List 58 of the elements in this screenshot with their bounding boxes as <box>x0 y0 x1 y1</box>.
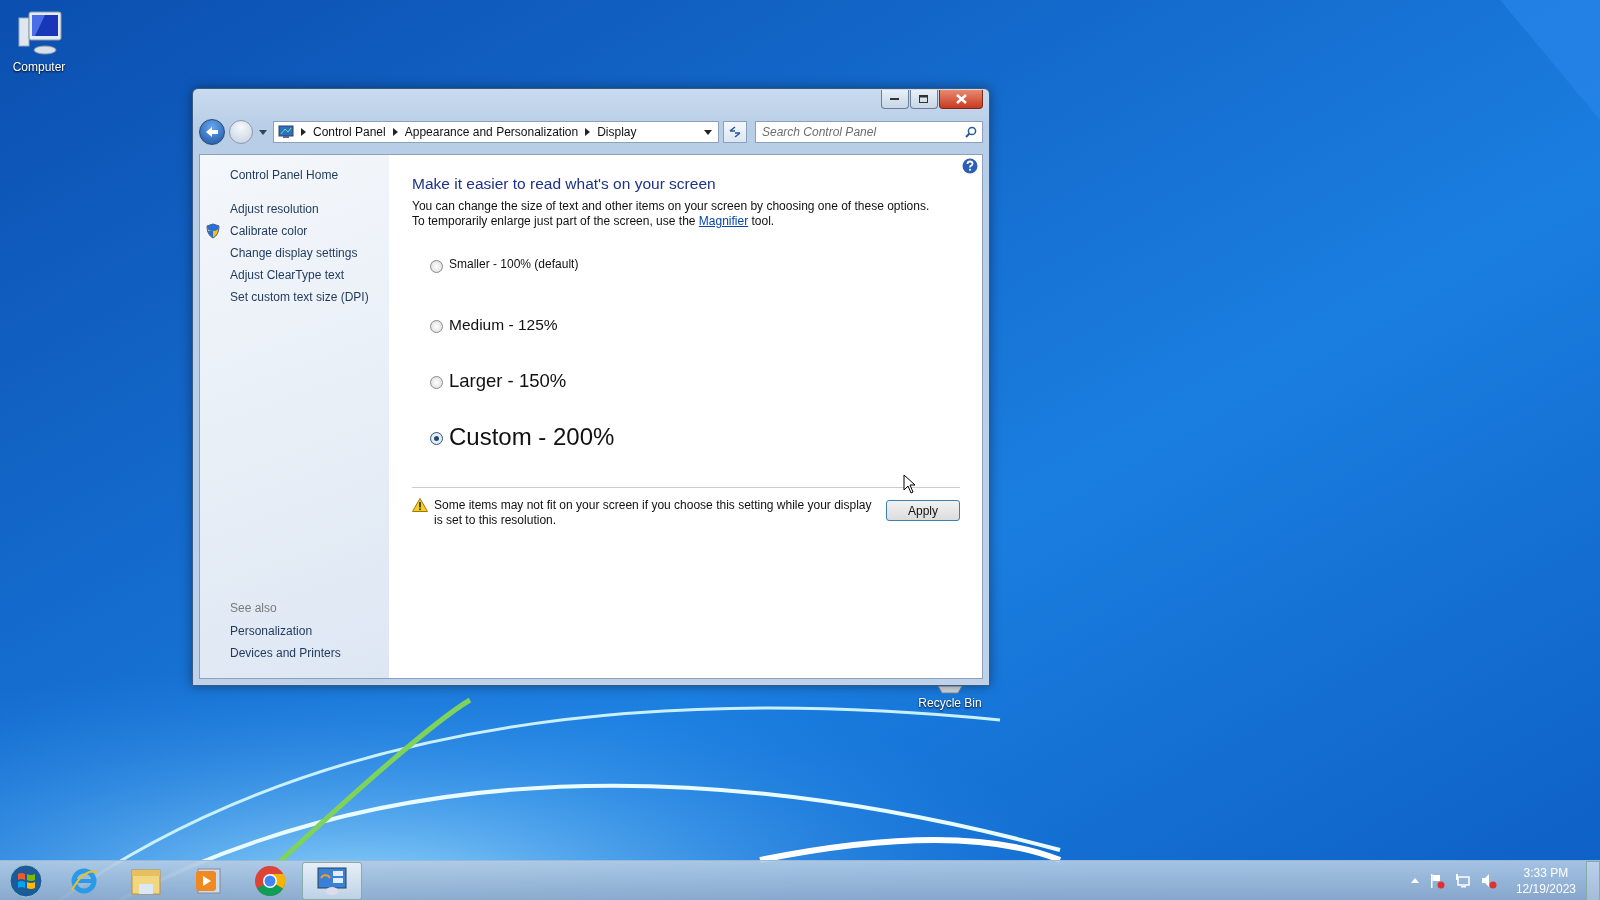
option-label[interactable]: Smaller - 100% (default) <box>449 257 579 271</box>
page-heading: Make it easier to read what's on your screen <box>412 175 717 193</box>
breadcrumb[interactable]: Display <box>597 125 637 139</box>
option-label[interactable]: Custom - 200% <box>449 423 615 451</box>
warning-icon <box>412 498 428 512</box>
warning-text: Some items may not fit on your screen if you choose this setting while your display is set to this resolution. <box>434 498 873 528</box>
option-label[interactable]: Larger - 150% <box>449 370 567 392</box>
option-label[interactable]: Medium - 125% <box>449 316 558 334</box>
media-player-icon <box>194 865 222 896</box>
close-button[interactable] <box>939 90 983 109</box>
back-button[interactable] <box>199 119 225 145</box>
control-panel-icon <box>278 125 294 139</box>
radio-button[interactable] <box>430 260 443 273</box>
control-panel-icon <box>316 865 348 896</box>
address-bar[interactable]: Control Panel Appearance and Personalization Display <box>273 121 719 143</box>
computer-icon[interactable] <box>15 10 63 56</box>
description-text: You can change the size of text and other items on your screen by choosing one of these options. To temporarily enlarge just part of the screen, use the Magnifier tool. <box>412 199 931 229</box>
taskbar-app[interactable] <box>302 861 362 900</box>
refresh-button[interactable] <box>723 121 747 143</box>
desktop-icon-label[interactable]: Computer <box>12 60 66 74</box>
see-also-heading: See also <box>230 601 277 615</box>
sidebar-link[interactable]: Personalization <box>230 624 313 638</box>
sidebar-link[interactable]: Adjust ClearType text <box>230 268 345 282</box>
refresh-icon <box>728 126 742 138</box>
back-arrow-icon <box>205 126 219 138</box>
chevron-icon <box>392 128 398 136</box>
apply-button[interactable]: Apply <box>886 500 960 521</box>
dropdown-caret-icon[interactable] <box>704 129 712 135</box>
sidebar-link[interactable]: Calibrate color <box>230 224 308 238</box>
radio-button[interactable] <box>430 432 443 445</box>
magnifier-link[interactable]: Magnifier <box>698 214 749 228</box>
time-text: 3:33 PM <box>1523 864 1569 881</box>
breadcrumb[interactable]: Control Panel <box>313 125 386 139</box>
search-field[interactable]: Search Control Panel <box>755 121 983 143</box>
sidebar-link[interactable]: Set custom text size (DPI) <box>230 290 369 304</box>
radio-button[interactable] <box>430 376 443 389</box>
sidebar-link[interactable]: Adjust resolution <box>230 202 319 216</box>
help-icon[interactable] <box>962 158 978 174</box>
breadcrumb[interactable]: Appearance and Personalization <box>404 125 579 139</box>
chevron-icon <box>585 128 591 136</box>
minimize-button[interactable] <box>881 90 909 109</box>
minimize-icon <box>890 97 900 101</box>
close-icon <box>955 94 967 104</box>
date-text: 12/19/2023 <box>1515 880 1576 897</box>
maximize-icon <box>919 94 929 104</box>
search-icon[interactable] <box>965 126 977 138</box>
speaker-icon[interactable] <box>1480 872 1497 889</box>
radio-button[interactable] <box>430 320 443 333</box>
sidebar-link[interactable]: Devices and Printers <box>230 646 341 660</box>
flag-icon[interactable] <box>1428 872 1445 889</box>
recent-pages-caret-icon[interactable] <box>259 129 267 135</box>
chevron-icon <box>301 128 306 136</box>
browser-icon <box>254 864 286 897</box>
sidebar-link[interactable]: Control Panel Home <box>230 168 339 182</box>
sidebar-link[interactable]: Change display settings <box>230 246 358 260</box>
desktop-icon-label[interactable]: Recycle Bin <box>918 696 982 710</box>
maximize-button[interactable] <box>910 90 938 109</box>
mouse-pointer-icon <box>903 474 916 494</box>
